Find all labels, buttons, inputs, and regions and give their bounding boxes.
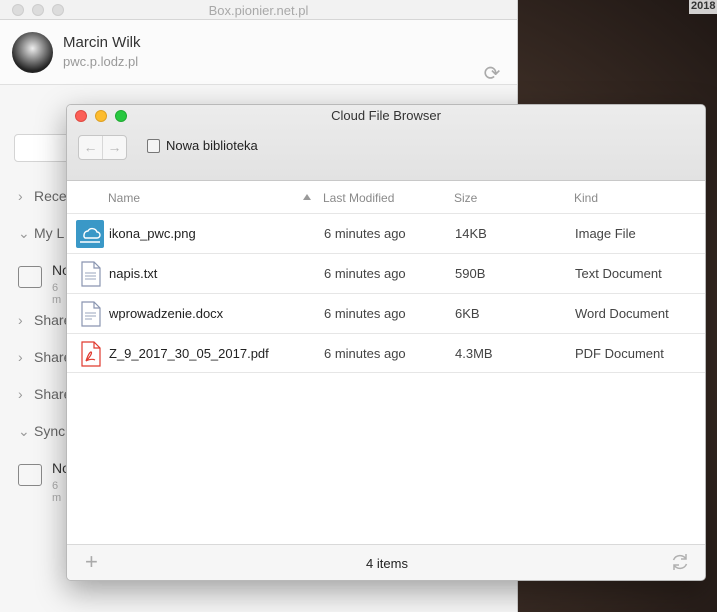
library-icon [18, 266, 42, 288]
navigation-buttons: ← → [78, 135, 127, 160]
window-toolbar: Cloud File Browser ← → Nowa biblioteka [67, 105, 705, 181]
section-my-libraries[interactable]: ⌄ My L [18, 225, 64, 242]
chevron-right-icon: › [18, 188, 23, 204]
word-file-icon [81, 301, 101, 327]
file-name: napis.txt [109, 266, 158, 281]
library-icon [147, 138, 160, 153]
chevron-down-icon: ⌄ [18, 225, 30, 241]
column-header-kind[interactable]: Kind [574, 191, 598, 205]
column-header-name[interactable]: Name [108, 191, 140, 205]
text-file-icon [81, 261, 101, 287]
item-count: 4 items [366, 556, 408, 571]
window-title: Cloud File Browser [331, 108, 441, 123]
chevron-down-icon: ⌄ [18, 423, 30, 439]
file-size: 4.3MB [455, 346, 493, 361]
user-account-row[interactable]: Marcin Wilk pwc.p.lodz.pl ⟳ [0, 20, 517, 85]
column-header-size[interactable]: Size [454, 191, 477, 205]
file-size: 6KB [455, 306, 480, 321]
table-row[interactable]: ikona_pwc.png 6 minutes ago 14KB Image F… [67, 213, 705, 253]
section-synced[interactable]: ⌄ Sync [18, 423, 65, 440]
refresh-icon[interactable] [669, 551, 691, 573]
section-recent[interactable]: › Rece [18, 188, 67, 204]
back-button[interactable]: ← [79, 136, 102, 159]
table-row[interactable]: wprowadzenie.docx 6 minutes ago 6KB Word… [67, 293, 705, 333]
table-header: Name Last Modified Size Kind [67, 181, 705, 213]
file-size: 590B [455, 266, 486, 281]
pdf-file-icon [81, 341, 101, 367]
file-kind: PDF Document [575, 346, 664, 361]
section-shared-3[interactable]: › Share [18, 386, 71, 402]
breadcrumb-label: Nowa biblioteka [166, 138, 258, 153]
file-modified: 6 minutes ago [324, 306, 406, 321]
file-table: Name Last Modified Size Kind ikona_pwc.p… [67, 181, 705, 373]
avatar [12, 32, 53, 73]
file-modified: 6 minutes ago [324, 266, 406, 281]
file-name: ikona_pwc.png [109, 226, 196, 241]
file-size: 14KB [455, 226, 487, 241]
user-host: pwc.p.lodz.pl [63, 54, 139, 69]
image-icon [76, 220, 104, 248]
forward-button[interactable]: → [102, 136, 126, 159]
file-kind: Word Document [575, 306, 669, 321]
sort-ascending-icon [303, 194, 311, 200]
file-modified: 6 minutes ago [324, 346, 406, 361]
box-window-title: Box.pionier.net.pl [208, 3, 309, 18]
column-header-modified[interactable]: Last Modified [323, 191, 394, 205]
file-name: wprowadzenie.docx [109, 306, 224, 321]
file-modified: 6 minutes ago [324, 226, 406, 241]
section-shared-1[interactable]: › Share [18, 312, 71, 328]
sync-icon[interactable]: ⟳ [481, 63, 503, 85]
file-kind: Image File [575, 226, 636, 241]
cloud-file-browser-window: Cloud File Browser ← → Nowa biblioteka N… [66, 104, 706, 581]
file-kind: Text Document [575, 266, 662, 281]
library-icon [18, 464, 42, 486]
status-bar: + 4 items [67, 544, 705, 580]
chevron-right-icon: › [18, 349, 23, 365]
box-titlebar: Box.pionier.net.pl [0, 0, 517, 20]
user-name: Marcin Wilk [63, 34, 141, 51]
breadcrumb[interactable]: Nowa biblioteka [147, 138, 258, 153]
section-shared-2[interactable]: › Share [18, 349, 71, 365]
table-row[interactable]: napis.txt 6 minutes ago 590B Text Docume… [67, 253, 705, 293]
chevron-right-icon: › [18, 386, 23, 402]
desktop-year-label: 2018 [689, 0, 717, 14]
table-row[interactable]: Z_9_2017_30_05_2017.pdf 6 minutes ago 4.… [67, 333, 705, 373]
file-name: Z_9_2017_30_05_2017.pdf [109, 346, 269, 361]
chevron-right-icon: › [18, 312, 23, 328]
search-input[interactable] [14, 134, 74, 162]
